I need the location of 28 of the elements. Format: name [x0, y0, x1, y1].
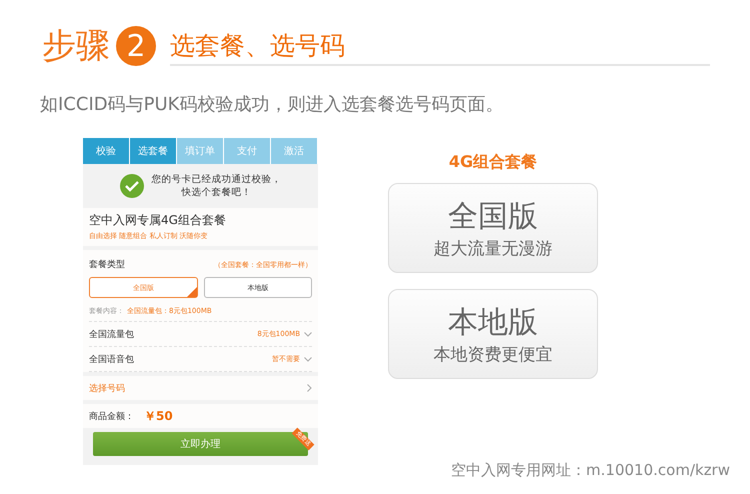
combo-title: 4G组合套餐 — [448, 152, 538, 173]
plan-title: 空中入网专属4G组合套餐 — [89, 212, 227, 229]
progress-step: 选套餐 — [130, 138, 177, 164]
chevron-right-icon — [307, 384, 312, 392]
price-label: 商品金额： — [89, 410, 134, 422]
progress-step: 填订单 — [177, 138, 224, 164]
package-name: 全国语音包 — [89, 354, 134, 366]
progress-step: 支付 — [224, 138, 271, 164]
chevron-down-icon — [304, 356, 312, 362]
choose-number-link[interactable]: 选择号码 — [89, 382, 125, 394]
price-value: ￥50 — [144, 408, 173, 424]
step-label: 步骤 — [42, 26, 110, 66]
success-message: 您的号卡已经成功通过校验， — [152, 173, 282, 186]
description: 如ICCID码与PUK码校验成功，则进入选套餐选号码页面。 — [40, 93, 504, 116]
website-address: 空中入网专用网址：m.10010.com/kzrw — [451, 461, 730, 480]
plan-description: 超大流量无漫游 — [434, 238, 552, 260]
plan-description: 本地资费更便宜 — [434, 344, 552, 366]
success-message: 快选个套餐吧！ — [180, 186, 252, 199]
checkmark-icon — [120, 174, 144, 198]
progress-step: 激活 — [271, 138, 318, 164]
chevron-down-icon — [304, 332, 312, 336]
progress-step: 校验 — [83, 138, 130, 164]
section-title: 选套餐、选号码 — [170, 31, 345, 60]
plan-name: 本地版 — [448, 304, 538, 342]
field-label: 套餐类型 — [89, 258, 125, 271]
plan-name: 全国版 — [448, 198, 538, 236]
step-number-badge: 2 — [116, 26, 156, 66]
package-name: 全国流量包 — [89, 328, 134, 340]
